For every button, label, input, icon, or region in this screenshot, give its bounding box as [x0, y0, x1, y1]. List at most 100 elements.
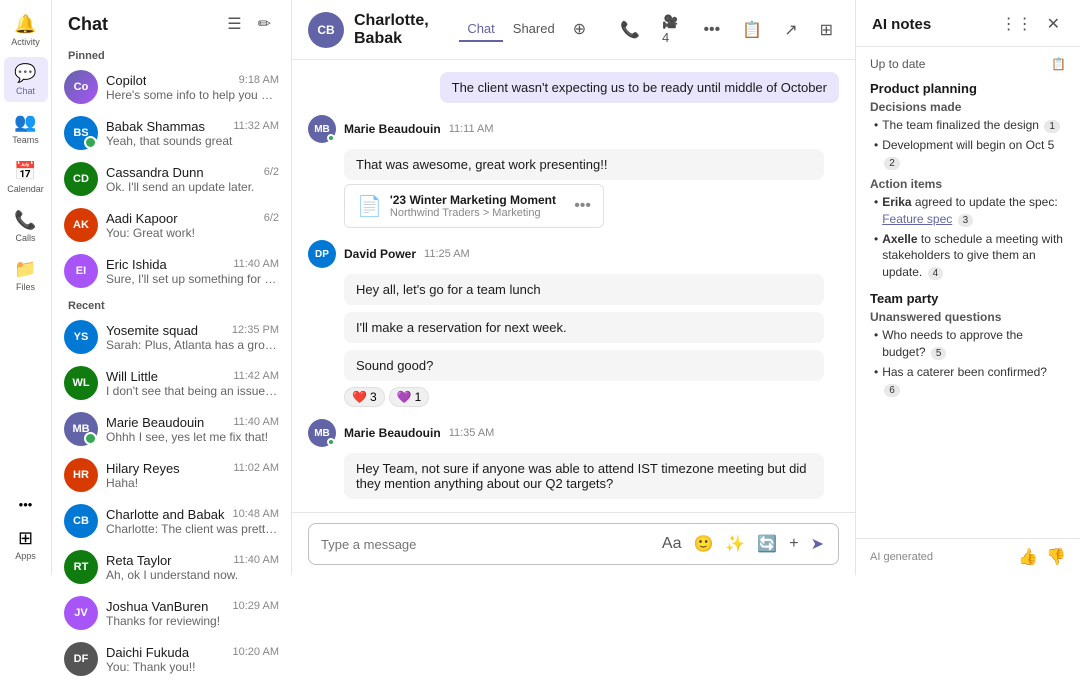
chat-item-aadi[interactable]: AK Aadi Kapoor 6/2 You: Great work!	[52, 202, 291, 248]
chat-item-preview: Here's some info to help you prep for yo…	[106, 88, 279, 102]
chat-item-reta[interactable]: RT Reta Taylor 11:40 AM Ah, ok I underst…	[52, 544, 291, 590]
loop-btn[interactable]: 🔄	[755, 532, 779, 556]
chat-item-content: Eric Ishida 11:40 AM Sure, I'll set up s…	[106, 257, 279, 286]
nav-label-apps: Apps	[15, 551, 36, 561]
message-group-marie-1: MB Marie Beaudouin 11:11 AM That was awe…	[308, 115, 839, 228]
tab-shared[interactable]: Shared	[505, 17, 563, 42]
chat-item-name: Daichi Fukuda	[106, 645, 189, 660]
nav-label-calls: Calls	[15, 233, 35, 243]
nav-item-apps[interactable]: ⊞ Apps	[4, 522, 48, 567]
chat-item-content: Cassandra Dunn 6/2 Ok. I'll send an upda…	[106, 165, 279, 194]
thumbs-down-btn[interactable]: 👎	[1046, 547, 1066, 567]
chat-item-preview: Charlotte: The client was pretty happy w…	[106, 522, 279, 536]
compose-area: Aa 🙂 ✨ 🔄 + ➤	[292, 512, 855, 575]
message-bubble-3: Sound good?	[344, 350, 824, 381]
chat-item-content: Charlotte and Babak 10:48 AM Charlotte: …	[106, 507, 279, 536]
compose-input[interactable]	[321, 537, 652, 552]
chat-item-name: Eric Ishida	[106, 257, 167, 272]
main-chat: CB Charlotte, Babak Chat Shared ⊕ 📞 🎥 4 …	[292, 0, 856, 575]
more-actions-btn[interactable]: •••	[697, 17, 726, 43]
avatar-aadi: AK	[64, 208, 98, 242]
avatar-yosemite: YS	[64, 320, 98, 354]
chat-item-babak[interactable]: BS Babak Shammas 11:32 AM Yeah, that sou…	[52, 110, 291, 156]
msg-time: 11:35 AM	[449, 427, 495, 439]
nav-item-teams[interactable]: 👥 Teams	[4, 106, 48, 151]
notes-btn[interactable]: 📋	[736, 16, 768, 44]
chat-item-preview: Haha!	[106, 476, 279, 490]
ai-badge: 6	[884, 384, 900, 397]
message-group-david: DP David Power 11:25 AM Hey all, let's g…	[308, 240, 839, 407]
sticker-btn[interactable]: ✨	[723, 532, 747, 556]
thumbs-up-btn[interactable]: 👍	[1018, 547, 1038, 567]
ai-list-item: Has a caterer been confirmed? 6	[874, 364, 1066, 398]
format-btn[interactable]: Aa	[660, 533, 684, 555]
chat-item-content: Hilary Reyes 11:02 AM Haha!	[106, 461, 279, 490]
chat-item-charlotte-babak[interactable]: CB Charlotte and Babak 10:48 AM Charlott…	[52, 498, 291, 544]
tab-add[interactable]: ⊕	[565, 15, 594, 45]
avatar-marie: MB	[64, 412, 98, 446]
chat-item-time: 11:42 AM	[233, 370, 279, 382]
chat-item-copilot[interactable]: Co Copilot 9:18 AM Here's some info to h…	[52, 64, 291, 110]
nav-item-chat[interactable]: 💬 Chat	[4, 57, 48, 102]
message-bubble: Hey Team, not sure if anyone was able to…	[344, 453, 824, 499]
bullet: The team finalized the design 1	[882, 117, 1060, 134]
chat-item-name: Charlotte and Babak	[106, 507, 225, 522]
chat-item-cassandra[interactable]: CD Cassandra Dunn 6/2 Ok. I'll send an u…	[52, 156, 291, 202]
nav-item-more[interactable]: •••	[4, 491, 48, 518]
attachment-sub: Northwind Traders > Marketing	[390, 207, 566, 219]
nav-label-chat: Chat	[16, 86, 35, 96]
chat-item-hilary[interactable]: HR Hilary Reyes 11:02 AM Haha!	[52, 452, 291, 498]
ai-notes-settings-btn[interactable]: ⋮⋮	[997, 12, 1037, 36]
reaction-heart[interactable]: ❤️ 3	[344, 387, 385, 407]
feature-spec-link[interactable]: Feature spec	[882, 212, 952, 226]
reaction-purple-heart[interactable]: 💜 1	[389, 387, 430, 407]
chat-item-name: Copilot	[106, 73, 146, 88]
chat-item-content: Marie Beaudouin 11:40 AM Ohhh I see, yes…	[106, 415, 279, 444]
msg-avatar-marie: MB	[308, 115, 336, 143]
video-call-btn[interactable]: 🎥 4	[656, 10, 687, 49]
attach-btn[interactable]: +	[787, 533, 800, 555]
chat-item-marie[interactable]: MB Marie Beaudouin 11:40 AM Ohhh I see, …	[52, 406, 291, 452]
chat-item-eric[interactable]: EI Eric Ishida 11:40 AM Sure, I'll set u…	[52, 248, 291, 294]
popout-btn[interactable]: ⊞	[814, 16, 839, 44]
send-btn[interactable]: ➤	[809, 532, 826, 556]
new-chat-icon[interactable]: ✏	[254, 12, 275, 36]
emoji-btn[interactable]: 🙂	[691, 532, 715, 556]
files-icon: 📁	[14, 259, 36, 280]
avatar-eric: EI	[64, 254, 98, 288]
filter-icon[interactable]: ☰	[223, 12, 245, 36]
copy-icon[interactable]: 📋	[1051, 57, 1066, 71]
chat-item-daichi[interactable]: DF Daichi Fukuda 10:20 AM You: Thank you…	[52, 636, 291, 682]
ai-notes-close-btn[interactable]: ✕	[1043, 12, 1064, 36]
apps-icon: ⊞	[18, 528, 33, 549]
attachment-file-icon: 📄	[357, 194, 382, 219]
chat-item-yosemite[interactable]: YS Yosemite squad 12:35 PM Sarah: Plus, …	[52, 314, 291, 360]
message-bubble-1: Hey all, let's go for a team lunch	[344, 274, 824, 305]
nav-item-activity[interactable]: 🔔 Activity	[4, 8, 48, 53]
ai-sub-unanswered: Unanswered questions	[870, 310, 1066, 324]
audio-call-btn[interactable]: 📞	[614, 16, 646, 44]
avatar-daichi: DF	[64, 642, 98, 676]
chat-item-joshua[interactable]: JV Joshua VanBuren 10:29 AM Thanks for r…	[52, 590, 291, 636]
nav-item-files[interactable]: 📁 Files	[4, 253, 48, 298]
nav-item-calendar[interactable]: 📅 Calendar	[4, 155, 48, 200]
reaction-count: 1	[415, 390, 422, 404]
chat-item-preview: Sure, I'll set up something for next wee…	[106, 272, 279, 286]
calls-icon: 📞	[14, 210, 36, 231]
chat-item-will[interactable]: WL Will Little 11:42 AM I don't see that…	[52, 360, 291, 406]
avatar-will: WL	[64, 366, 98, 400]
tab-chat[interactable]: Chat	[459, 17, 502, 42]
ai-section-product-planning: Product planning	[870, 81, 1066, 96]
ai-badge: 4	[928, 267, 944, 280]
nav-item-calls[interactable]: 📞 Calls	[4, 204, 48, 249]
avatar-joshua: JV	[64, 596, 98, 630]
bullet: Development will begin on Oct 5 2	[882, 137, 1066, 171]
chat-item-time: 9:18 AM	[239, 74, 279, 86]
ai-notes-header: AI notes ⋮⋮ ✕	[856, 0, 1080, 47]
attachment-more-btn[interactable]: •••	[574, 197, 591, 215]
share-btn[interactable]: ↗	[778, 16, 803, 44]
reactions: ❤️ 3 💜 1	[344, 387, 839, 407]
nav-label-calendar: Calendar	[7, 184, 44, 194]
chat-header-avatar: CB	[308, 12, 344, 48]
message-sender-row: MB Marie Beaudouin 11:11 AM	[308, 115, 839, 143]
